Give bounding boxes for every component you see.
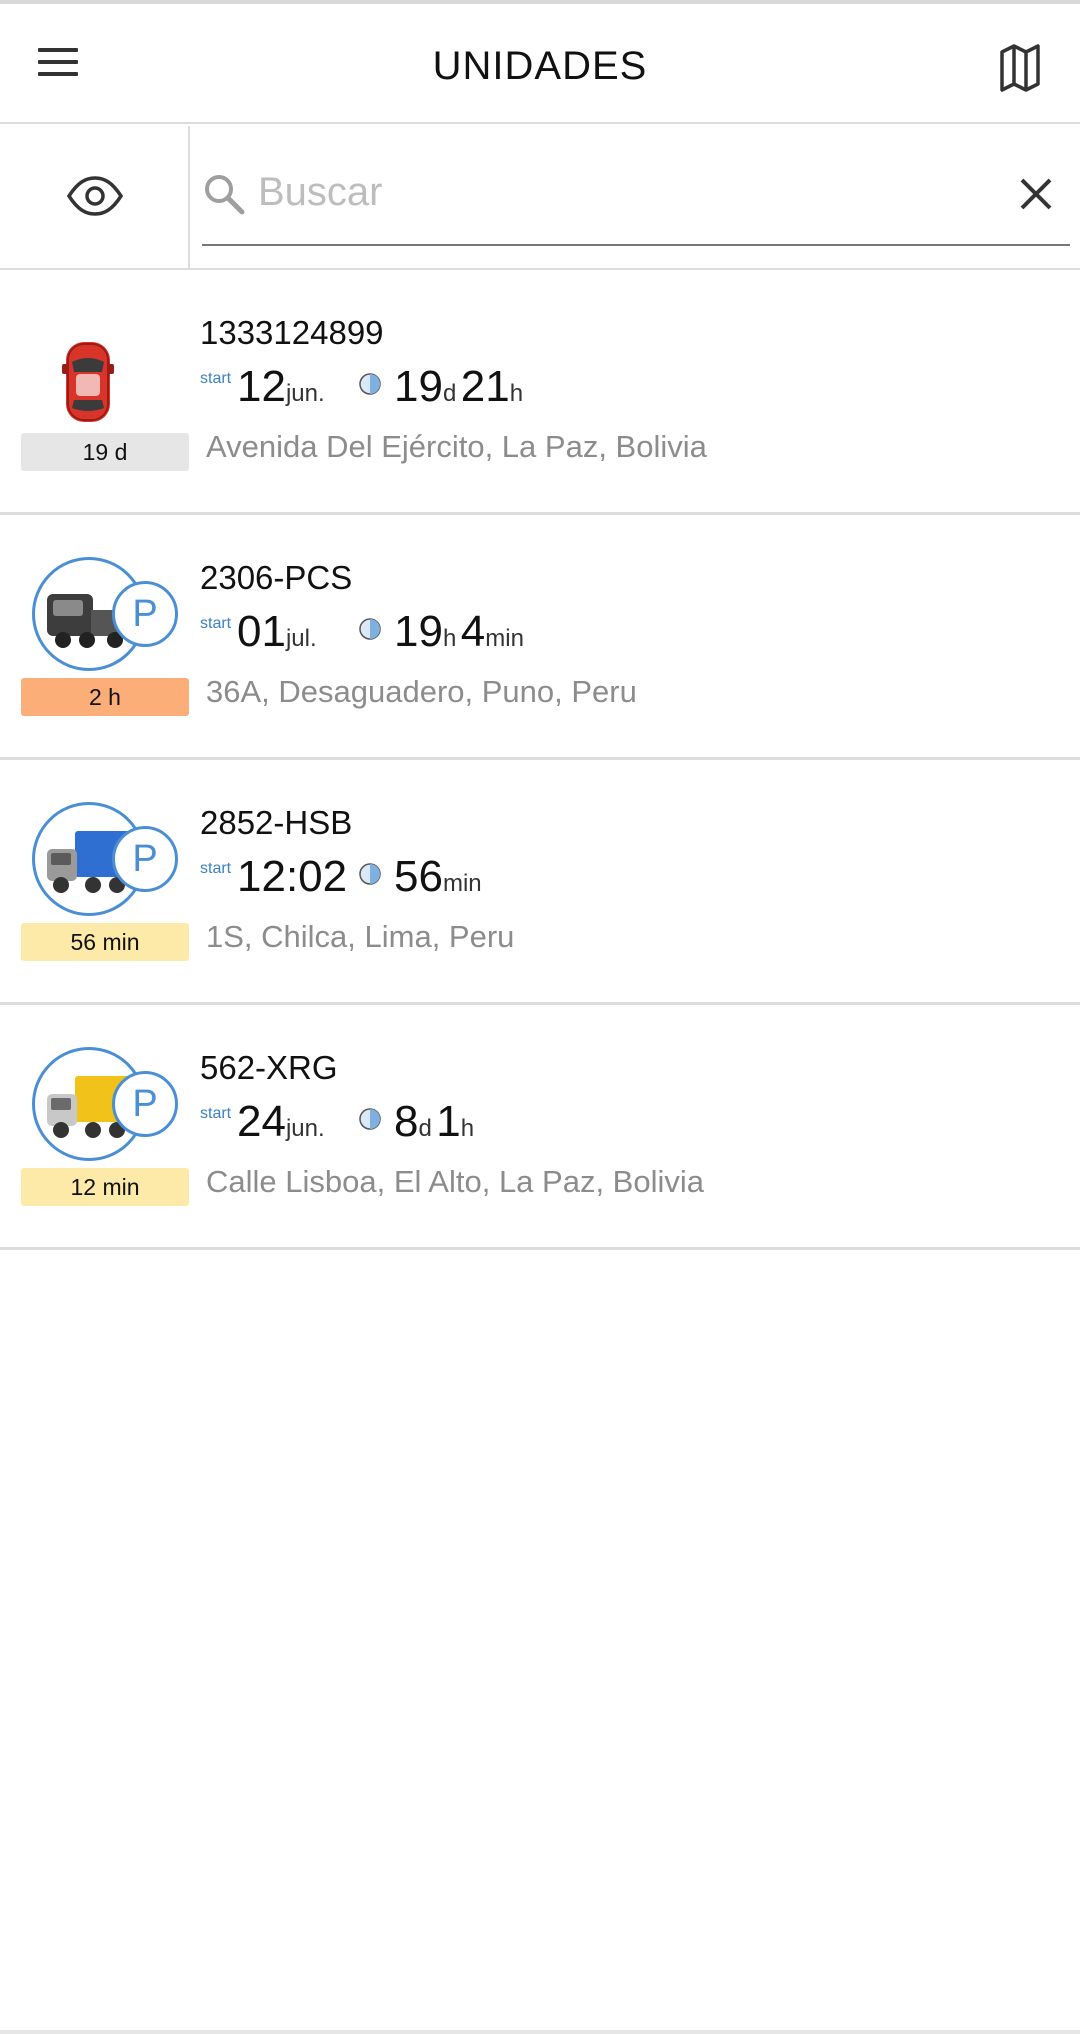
start-label: start: [200, 615, 232, 632]
start-label: start: [200, 1105, 232, 1122]
close-icon[interactable]: [1014, 172, 1058, 216]
page-title: UNIDADES: [432, 44, 648, 88]
start-month: jul.: [285, 625, 317, 652]
unit-row[interactable]: 19 d 1333124899 start 12jun. 19d 21h Ave…: [0, 270, 1080, 515]
start-date: 12: [237, 362, 286, 411]
duration-hours-unit: h: [460, 1115, 475, 1142]
unit-name: 1333124899: [200, 314, 384, 351]
duration-days-unit: d: [442, 380, 457, 407]
unit-row[interactable]: P 12 min 562-XRG start 24jun. 8d 1h Call…: [0, 1005, 1080, 1250]
start-date: 24: [237, 1097, 286, 1146]
yellow-truck-icon: P: [32, 1047, 178, 1161]
duration-minutes: 56: [394, 852, 443, 901]
duration-minutes-unit: min: [485, 625, 524, 652]
search-icon: [205, 175, 245, 215]
parking-icon: P: [112, 581, 178, 647]
unit-name: 2306-PCS: [200, 559, 353, 596]
duration-minutes: 4: [460, 607, 486, 656]
start-month: jun.: [285, 380, 325, 407]
unit-name: 2852-HSB: [200, 804, 353, 841]
parking-icon: P: [112, 826, 178, 892]
start-date: 01: [237, 607, 286, 656]
unit-address: 1S, Chilca, Lima, Peru: [206, 919, 515, 954]
unit-name: 562-XRG: [200, 1049, 338, 1086]
unit-address: Avenida Del Ejército, La Paz, Bolivia: [206, 429, 707, 464]
start-month: jun.: [285, 1115, 325, 1142]
dark-truck-icon: P: [32, 557, 178, 671]
unit-row[interactable]: P 2 h 2306-PCS start 01jul. 19h 4min 36A…: [0, 515, 1080, 760]
duration-hours: 19: [394, 607, 443, 656]
duration-clock-icon: [359, 618, 381, 640]
duration-clock-icon: [359, 863, 381, 885]
map-icon[interactable]: [990, 40, 1050, 96]
parking-icon: P: [112, 1071, 178, 1137]
start-label: start: [200, 370, 232, 387]
search-input[interactable]: [258, 160, 978, 224]
duration-hours: 1: [436, 1097, 461, 1146]
start-label: start: [200, 860, 232, 877]
bottom-strip: [0, 2030, 1080, 2034]
unit-address: Calle Lisboa, El Alto, La Paz, Bolivia: [206, 1164, 704, 1199]
units-list: 19 d 1333124899 start 12jun. 19d 21h Ave…: [0, 270, 1080, 1250]
duration-hours: 21: [460, 362, 510, 411]
last-message-age-badge: 56 min: [21, 923, 189, 961]
last-message-age-badge: 2 h: [21, 678, 189, 716]
unit-row[interactable]: P 56 min 2852-HSB start 12:02 56min 1S, …: [0, 760, 1080, 1005]
search-field: [202, 146, 1070, 246]
start-time: 12:02: [237, 852, 348, 901]
duration-clock-icon: [359, 1108, 381, 1130]
blue-truck-icon: P: [32, 802, 178, 916]
duration-hours-unit: h: [442, 625, 457, 652]
duration-days: 19: [394, 362, 443, 411]
duration-days-unit: d: [418, 1115, 432, 1142]
last-message-age-badge: 19 d: [21, 433, 189, 471]
app-header: UNIDADES: [0, 4, 1080, 124]
search-bar: [0, 126, 1080, 270]
red-car-icon: [32, 312, 146, 426]
duration-minutes-unit: min: [442, 870, 482, 897]
eye-icon[interactable]: [0, 126, 190, 268]
unit-address: 36A, Desaguadero, Puno, Peru: [206, 674, 637, 709]
duration-hours-unit: h: [509, 380, 524, 407]
duration-clock-icon: [359, 373, 381, 395]
duration-days: 8: [394, 1097, 419, 1146]
last-message-age-badge: 12 min: [21, 1168, 189, 1206]
